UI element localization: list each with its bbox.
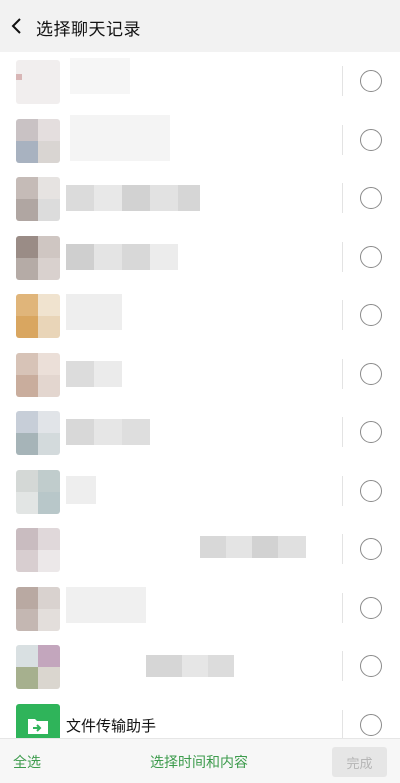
avatar: [16, 60, 60, 104]
list-item[interactable]: [0, 520, 400, 579]
select-radio[interactable]: [360, 70, 382, 92]
avatar: [16, 177, 60, 221]
list-item[interactable]: [0, 579, 400, 638]
select-radio[interactable]: [360, 713, 382, 736]
divider: [342, 124, 343, 155]
bottom-toolbar: 全选 选择时间和内容 完成: [0, 738, 400, 783]
divider: [342, 358, 343, 389]
select-radio[interactable]: [360, 538, 382, 560]
avatar: [16, 645, 60, 689]
divider: [342, 534, 343, 564]
list-item[interactable]: [0, 345, 400, 404]
folder-transfer-icon: [28, 718, 48, 734]
divider: [342, 592, 343, 623]
list-item[interactable]: [0, 169, 400, 228]
list-item[interactable]: [0, 111, 400, 170]
divider: [342, 183, 343, 213]
chat-name: 文件传输助手: [66, 716, 157, 735]
avatar: [16, 528, 60, 572]
list-item[interactable]: [0, 228, 400, 287]
select-radio[interactable]: [360, 655, 382, 677]
select-radio[interactable]: [360, 421, 382, 443]
avatar: [16, 411, 60, 455]
divider: [342, 417, 343, 447]
select-radio[interactable]: [360, 362, 382, 385]
select-radio[interactable]: [360, 479, 382, 502]
chat-list: 文件传输助手: [0, 52, 400, 738]
divider: [342, 651, 343, 681]
select-radio[interactable]: [360, 304, 382, 326]
select-radio[interactable]: [360, 245, 382, 268]
divider: [342, 709, 343, 738]
divider: [342, 475, 343, 506]
list-item[interactable]: [0, 286, 400, 345]
avatar: [16, 586, 60, 631]
page-title: 选择聊天记录: [36, 20, 141, 40]
avatar: [16, 118, 60, 163]
select-all-button[interactable]: 全选: [13, 752, 41, 772]
list-item[interactable]: [0, 52, 400, 111]
avatar: [16, 294, 60, 338]
avatar: [16, 352, 60, 397]
chevron-left-icon[interactable]: [10, 17, 24, 35]
done-button[interactable]: 完成: [332, 747, 387, 777]
avatar: [16, 235, 60, 280]
select-radio[interactable]: [360, 187, 382, 209]
avatar: [16, 469, 60, 514]
list-item-file-transfer[interactable]: 文件传输助手: [0, 696, 400, 738]
avatar: [16, 703, 60, 738]
list-item[interactable]: [0, 462, 400, 521]
select-time-content-button[interactable]: 选择时间和内容: [150, 752, 248, 772]
list-item[interactable]: [0, 637, 400, 696]
divider: [342, 241, 343, 272]
header-bar: 选择聊天记录: [0, 0, 400, 52]
divider: [342, 300, 343, 330]
divider: [342, 66, 343, 96]
list-item[interactable]: [0, 403, 400, 462]
select-radio[interactable]: [360, 128, 382, 151]
select-radio[interactable]: [360, 596, 382, 619]
